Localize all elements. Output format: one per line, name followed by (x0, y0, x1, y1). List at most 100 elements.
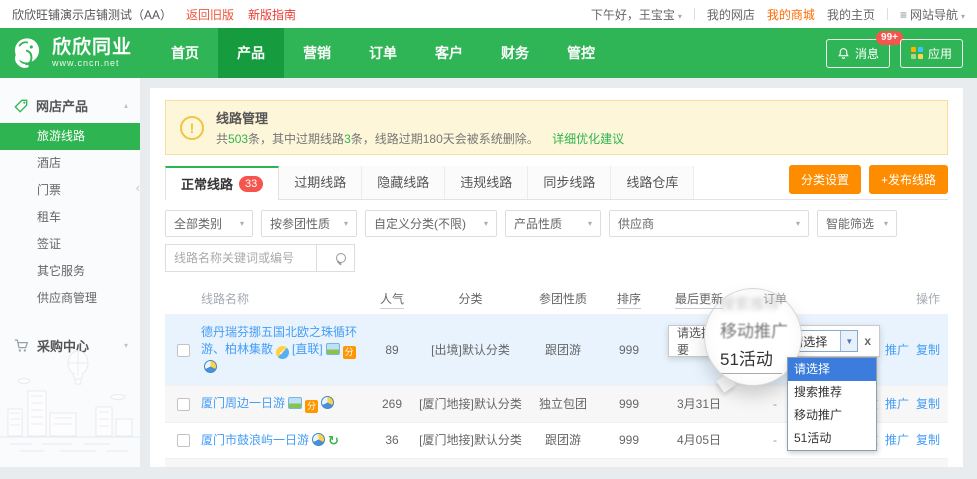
sidebar: 网店产品 ▴ 旅游线路酒店门票租车签证其它服务供应商管理 采购中心 ▾ ‹ (0, 78, 140, 467)
row-action-link[interactable]: 复制 (916, 397, 940, 411)
nav-item[interactable]: 客户 (416, 28, 482, 78)
row-action-link[interactable]: 推广 (885, 433, 909, 447)
total-count: 503 (228, 132, 248, 146)
sort-value: 999 (603, 342, 655, 359)
dropdown-option[interactable]: 请选择 (788, 358, 876, 381)
sidebar-item[interactable]: 门票 (0, 177, 140, 204)
row-action-link[interactable]: 复制 (916, 433, 940, 447)
site-nav-dropdown[interactable]: ≡网站导航▾ (900, 6, 965, 23)
table-row: 奔跑吧海岛】厦门出发-海南双飞5日游↻[购物、自费] 13 [国内]默认分类 跟… (165, 458, 948, 467)
search-bar (165, 244, 948, 272)
table-header-cell: 人气 (366, 291, 418, 308)
dropdown-option[interactable]: 移动推广 (788, 404, 876, 427)
search-button[interactable] (317, 244, 355, 272)
filter-select[interactable]: 自定义分类(不限)▾ (365, 210, 497, 237)
row-action-link[interactable]: 推广 (885, 397, 909, 411)
nav-item[interactable]: 营销 (284, 28, 350, 78)
route-name-link[interactable]: 厦门周边一日游 (201, 396, 285, 410)
table-header-cell: 参团性质 (523, 291, 603, 308)
nav-item[interactable]: 订单 (350, 28, 416, 78)
chevron-down-icon: ▾ (796, 219, 800, 228)
optimization-advice-link[interactable]: 详细优化建议 (552, 132, 624, 146)
category-value: [厦门地接]默认分类 (418, 396, 523, 413)
filter-select[interactable]: 全部类别▾ (165, 210, 253, 237)
bell-icon (837, 47, 850, 60)
sidebar-item[interactable]: 供应商管理 (0, 285, 140, 312)
routes-table: 线路名称人气分类参团性质排序最后更新订单操作 德丹瑞芬挪五国北欧之珠循环游、柏林… (165, 284, 948, 467)
sidebar-item[interactable]: 旅游线路 (0, 123, 140, 150)
sidebar-item[interactable]: 签证 (0, 231, 140, 258)
chevron-down-icon: ▾ (961, 12, 965, 21)
dropdown-option[interactable]: 51活动 (788, 427, 876, 450)
topbar: 欣欣旺铺演示店铺测试（AA） 返回旧版 新版指南 下午好，王宝宝▾ 我的网店 我… (0, 0, 977, 28)
divider (887, 8, 888, 20)
filter-select[interactable]: 智能筛选▾ (817, 210, 897, 237)
tab[interactable]: 同步线路 (528, 166, 611, 199)
back-to-old-link[interactable]: 返回旧版 (186, 6, 234, 23)
last-updated-value: 4月05日 (655, 432, 743, 449)
table-header-cell: 线路名称 (201, 291, 366, 308)
menu-icon: ≡ (900, 8, 907, 22)
nav-item[interactable]: 产品 (218, 28, 284, 78)
warning-icon: ! (180, 116, 204, 140)
sidebar-section-products[interactable]: 网店产品 ▴ (0, 86, 140, 123)
category-value: [厦门地接]默认分类 (418, 432, 523, 449)
route-name-link[interactable]: 厦门市鼓浪屿一日游 (201, 433, 309, 447)
greeting-dropdown[interactable]: 下午好，王宝宝▾ (591, 6, 682, 23)
my-homepage-link[interactable]: 我的主页 (827, 6, 875, 23)
tab[interactable]: 线路仓库 (611, 166, 694, 199)
dropdown-option[interactable]: 搜索推荐 (788, 381, 876, 404)
category-settings-button[interactable]: 分类设置 (789, 165, 861, 194)
my-mall-link[interactable]: 我的商城 (767, 6, 815, 23)
globe-icon (204, 360, 217, 373)
route-badges: ↻ (309, 433, 339, 447)
main: 网店产品 ▴ 旅游线路酒店门票租车签证其它服务供应商管理 采购中心 ▾ ‹ (0, 78, 977, 479)
popularity-value: 269 (366, 396, 418, 413)
route-badges: 分 (285, 396, 334, 410)
sidebar-collapse-handle[interactable]: ‹ (136, 180, 140, 195)
nav-item[interactable]: 首页 (152, 28, 218, 78)
skyline-illustration (0, 341, 140, 461)
my-shop-link[interactable]: 我的网店 (707, 6, 755, 23)
collapse-arrow-icon: ▴ (124, 101, 128, 110)
search-input[interactable] (165, 244, 317, 272)
brand[interactable]: 欣欣同业 www.cncn.net (0, 28, 152, 78)
tab[interactable]: 正常线路33 (165, 166, 279, 200)
filter-select[interactable]: 产品性质▾ (505, 210, 601, 237)
filter-select[interactable]: 供应商▾ (609, 210, 809, 237)
divider (694, 8, 695, 20)
group-type-value: 跟团游 (523, 432, 603, 449)
nav-item[interactable]: 管控 (548, 28, 614, 78)
row-checkbox[interactable] (177, 344, 190, 357)
last-updated-value: 3月31日 (655, 396, 743, 413)
tab[interactable]: 隐藏线路 (362, 166, 445, 199)
row-checkbox[interactable] (177, 398, 190, 411)
filter-select[interactable]: 按参团性质▾ (261, 210, 357, 237)
popup-close-button[interactable]: x (858, 334, 871, 348)
sidebar-item[interactable]: 租车 (0, 204, 140, 231)
globe-icon (321, 396, 334, 409)
tab[interactable]: 过期线路 (279, 166, 362, 199)
apps-button[interactable]: 应用 (900, 39, 963, 68)
messages-button[interactable]: 消息 99+ (826, 39, 890, 68)
tab[interactable]: 违规线路 (445, 166, 528, 199)
magnified-text: 移动推广 (720, 317, 801, 342)
row-action-link[interactable]: 推广 (885, 343, 909, 357)
table-header-cell: 最后更新 (655, 291, 743, 308)
promo-icon: 分 (343, 346, 356, 359)
publish-route-button[interactable]: +发布线路 (869, 165, 948, 194)
sort-value: 999 (603, 432, 655, 449)
magnified-text: 51活动 (720, 345, 782, 374)
nav-item[interactable]: 财务 (482, 28, 548, 78)
row-checkbox[interactable] (177, 434, 190, 447)
sidebar-item[interactable]: 酒店 (0, 150, 140, 177)
table-header-cell: 排序 (603, 291, 655, 308)
chevron-down-icon: ▾ (588, 219, 592, 228)
new-version-guide-link[interactable]: 新版指南 (248, 6, 296, 23)
table-header-cell: 操作 (807, 291, 948, 308)
topbar-right: 下午好，王宝宝▾ 我的网店 我的商城 我的主页 ≡网站导航▾ (591, 6, 965, 23)
row-action-link[interactable]: 复制 (916, 343, 940, 357)
apps-grid-icon (911, 47, 923, 59)
expired-count: 3 (344, 132, 351, 146)
sidebar-item[interactable]: 其它服务 (0, 258, 140, 285)
